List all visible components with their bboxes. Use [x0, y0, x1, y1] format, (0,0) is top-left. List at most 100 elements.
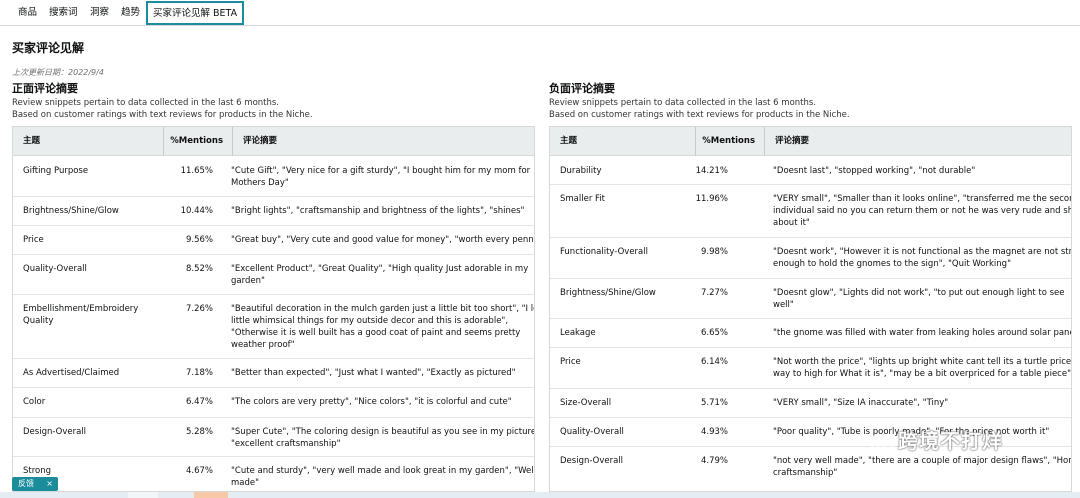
watermark: 跨境不打烊	[868, 425, 1003, 454]
row-summary-line: "Super Cute", "The coloring design is be…	[231, 427, 535, 437]
tab-buyer-review-insights[interactable]: 买家评论见解 BETA	[146, 1, 245, 25]
row-mentions-pct: 10.44%	[180, 206, 213, 216]
table-row: Brightness/Shine/Glow 7.27% "Doesnt glow",…	[550, 279, 1071, 319]
row-mentions-pct: 14.21%	[695, 166, 728, 176]
table-row: Price 6.14% "Not worth the price", "lights…	[550, 348, 1071, 389]
table-row: Price 9.56% "Great buy", "Very cute and go…	[13, 226, 534, 255]
row-topic: Color	[23, 397, 46, 407]
row-summary-line: "Cute and sturdy", "very well made and l…	[231, 466, 535, 476]
row-mentions-pct: 4.79%	[700, 456, 728, 466]
row-summary-line: "VERY small", "Size IA inaccurate", "Tin…	[773, 398, 949, 408]
close-icon[interactable]: ×	[46, 477, 53, 491]
last-updated: 上次更新日期：2022/9/4	[12, 68, 104, 77]
table-row: As Advertised/Claimed 7.18% "Better than e…	[13, 359, 534, 388]
tab-bar: 商品 搜索词 洞察 趋势 买家评论见解 BETA	[0, 0, 1080, 26]
row-summary: "Bright lights", "craftsmanship and brig…	[231, 205, 531, 217]
row-summary-line: "Bright lights", "craftsmanship and brig…	[231, 206, 525, 216]
row-summary-line: "Otherwise it is well built has a good c…	[231, 328, 521, 338]
table-row: Color 6.47% "The colors are very pretty", …	[13, 388, 534, 418]
row-mentions-pct: 6.47%	[185, 397, 213, 407]
row-mentions-pct: 4.93%	[700, 427, 728, 437]
row-mentions-pct: 7.26%	[185, 304, 213, 314]
positive-summary-title: 正面评论摘要	[12, 82, 78, 95]
row-summary-line: "Beautiful decoration in the mulch garde…	[231, 304, 535, 314]
row-topic-line: Embellishment/Embroidery	[23, 304, 139, 314]
tab-insights[interactable]: 洞察	[90, 0, 109, 25]
row-summary: "Super Cute", "The coloring design is be…	[231, 426, 535, 450]
row-summary-line: individual said no you can return them o…	[773, 206, 1072, 216]
row-mentions-pct: 6.14%	[700, 357, 728, 367]
row-summary-line: "Doesnt last", "stopped working", "not d…	[773, 166, 976, 176]
tab-products[interactable]: 商品	[18, 0, 37, 25]
row-summary-line: "VERY small", "Smaller than it looks onl…	[773, 194, 1072, 204]
row-summary-line: little whimsical things for my outside d…	[231, 316, 509, 326]
table-row: Leakage 6.65% "the gnome was filled with w…	[550, 319, 1071, 348]
table-row: Durability 14.21% "Doesnt last", "stopped …	[550, 157, 1071, 185]
row-summary-line: craftsmanship"	[773, 468, 838, 478]
row-summary: "Doesnt work", "However it is not functi…	[773, 246, 1071, 270]
row-summary-line: "Excellent Product", "Great Quality", "H…	[231, 264, 529, 274]
row-summary: "Doesnt glow", "Lights did not work", "t…	[773, 287, 1071, 311]
table-row: Smaller Fit 11.96% "VERY small", "Smaller …	[550, 185, 1071, 238]
row-summary: "Better than expected", "Just what I wan…	[231, 367, 531, 379]
row-mentions-pct: 6.65%	[700, 328, 728, 338]
row-topic: Brightness/Shine/Glow	[23, 206, 119, 216]
table-row: Strong 4.67% "Cute and sturdy", "very well…	[13, 457, 535, 491]
row-topic: Gifting Purpose	[23, 166, 89, 176]
row-topic: Embellishment/Embroidery Quality	[23, 303, 153, 327]
table-header: 主题 %Mentions 评论摘要	[550, 127, 1071, 156]
table-row: Functionality-Overall 9.98% "Doesnt work",…	[550, 238, 1071, 279]
row-summary: "Doesnt last", "stopped working", "not d…	[773, 165, 1071, 177]
feedback-button[interactable]: 反馈 ×	[12, 477, 58, 491]
table-row: Brightness/Shine/Glow 10.44% "Bright light…	[13, 197, 534, 226]
row-mentions-pct: 11.65%	[180, 166, 213, 176]
negative-summary-title: 负面评论摘要	[549, 82, 615, 95]
row-summary-line: well"	[773, 300, 794, 310]
scrollbar-segment	[128, 492, 158, 498]
header-mentions[interactable]: %Mentions	[695, 127, 764, 156]
table-row: Design-Overall 5.28% "Super Cute", "The co…	[13, 418, 534, 457]
wechat-logo-icon	[869, 434, 893, 451]
row-summary: "Not worth the price", "lights up bright…	[773, 356, 1072, 380]
horizontal-scrollbar[interactable]	[0, 492, 1080, 498]
header-summary: 评论摘要	[232, 127, 277, 156]
header-mentions[interactable]: %Mentions	[163, 127, 232, 156]
row-summary-line: "the gnome was filled with water from le…	[773, 328, 1072, 338]
positive-summary-desc: Review snippets pertain to data collecte…	[12, 97, 313, 121]
table-row: Quality-Overall 8.52% "Excellent Product",…	[13, 255, 534, 295]
header-topic: 主题	[560, 136, 578, 146]
row-summary-line: "Cute Gift", "Very nice for a gift sturd…	[231, 166, 531, 176]
feedback-label: 反馈	[18, 479, 34, 488]
row-summary: "Beautiful decoration in the mulch garde…	[231, 303, 535, 351]
row-mentions-pct: 7.18%	[185, 368, 213, 378]
row-summary-line: Mothers Day"	[231, 178, 289, 188]
row-summary-line: "Not worth the price", "lights up bright…	[773, 357, 1072, 367]
row-summary: "Cute Gift", "Very nice for a gift sturd…	[231, 165, 531, 189]
row-summary: "VERY small", "Smaller than it looks onl…	[773, 193, 1072, 229]
row-summary-line: "excellent craftsmanship"	[231, 439, 341, 449]
row-summary-line: about it"	[773, 218, 810, 228]
row-summary: "Cute and sturdy", "very well made and l…	[231, 465, 535, 489]
row-summary-line: "Great buy", "Very cute and good value f…	[231, 235, 535, 245]
header-summary: 评论摘要	[764, 127, 809, 156]
table-row: Gifting Purpose 11.65% "Cute Gift", "Very …	[13, 157, 534, 197]
row-mentions-pct: 7.27%	[700, 288, 728, 298]
row-summary: "not very well made", "there are a coupl…	[773, 455, 1071, 479]
row-mentions-pct: 8.52%	[185, 264, 213, 274]
negative-summary-desc: Review snippets pertain to data collecte…	[549, 97, 850, 121]
row-mentions-pct: 4.67%	[185, 466, 213, 476]
positive-desc-line-1: Review snippets pertain to data collecte…	[12, 98, 280, 108]
page-title: 买家评论见解	[12, 41, 85, 55]
row-topic: Design-Overall	[23, 427, 87, 437]
row-summary-line: enough to hold the gnomes to the sign", …	[773, 259, 1011, 269]
table-header: 主题 %Mentions 评论摘要	[13, 127, 534, 156]
table-row: Embellishment/Embroidery Quality 7.26% "Bea…	[13, 295, 534, 359]
tab-search-terms[interactable]: 搜索词	[49, 0, 78, 25]
row-summary: "Great buy", "Very cute and good value f…	[231, 234, 535, 246]
positive-desc-line-2: Based on customer ratings with text revi…	[12, 110, 313, 120]
scrollbar-thumb[interactable]	[194, 492, 228, 498]
tab-trends[interactable]: 趋势	[121, 0, 140, 25]
row-mentions-pct: 5.71%	[700, 398, 728, 408]
positive-review-table: 主题 %Mentions 评论摘要 Gifting Purpose 11.65% "…	[12, 126, 535, 492]
row-summary: "The colors are very pretty", "Nice colo…	[231, 396, 531, 408]
